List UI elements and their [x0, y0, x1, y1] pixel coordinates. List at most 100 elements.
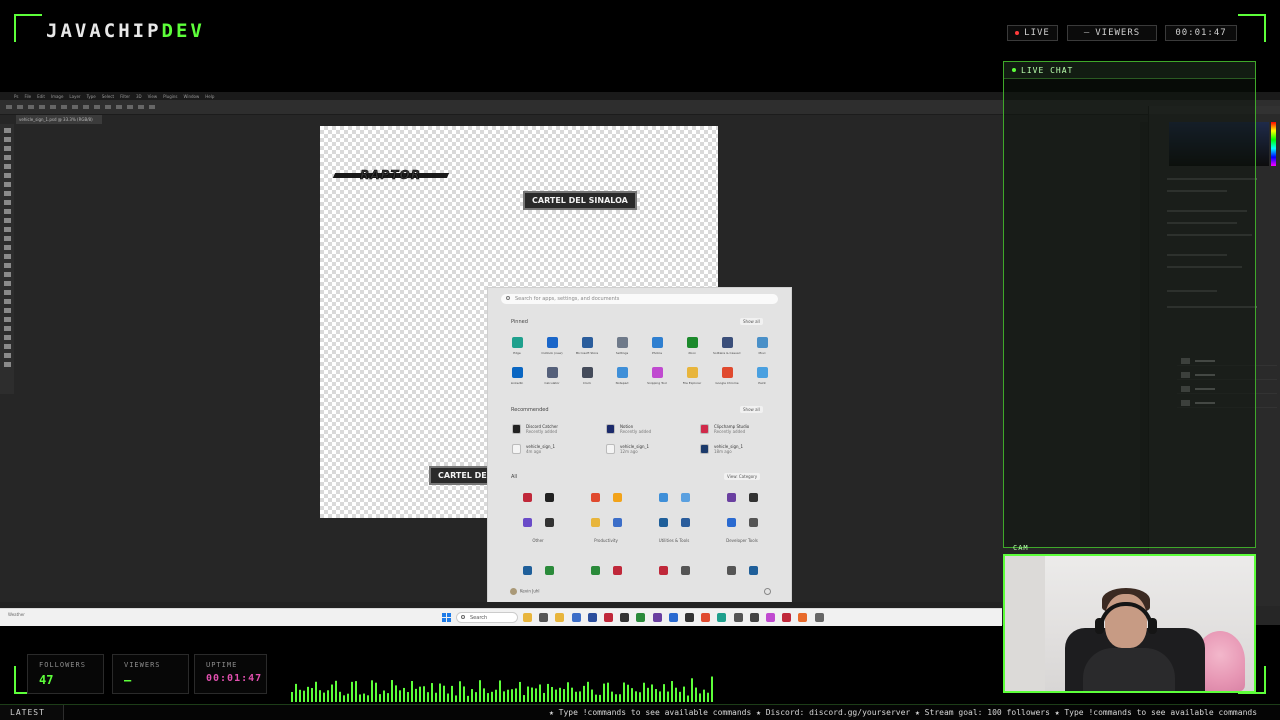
pinned-app[interactable]: Microsoft Store	[573, 337, 601, 355]
recommended-item[interactable]: Clipchamp Studio Recently added	[700, 423, 780, 437]
menu-item[interactable]: Type	[87, 94, 96, 99]
menu-item[interactable]: Select	[102, 94, 114, 99]
app-icon[interactable]	[681, 566, 690, 575]
pinned-app[interactable]: Settings	[608, 337, 636, 355]
pinned-app[interactable]: Paint	[748, 367, 776, 385]
app-icon	[581, 337, 593, 348]
taskbar-app-icon[interactable]	[766, 613, 775, 622]
taskbar-app-icon[interactable]	[587, 613, 597, 622]
app-icon[interactable]	[523, 566, 532, 575]
app-category-folder[interactable]: Utilities & Tools	[644, 493, 704, 553]
app-category-folder[interactable]: Productivity	[576, 493, 636, 553]
visualizer-bar	[311, 688, 313, 702]
taskbar-app-icon[interactable]	[701, 613, 711, 622]
windows-start-menu[interactable]: Search for apps, settings, and documents…	[487, 287, 792, 605]
visualizer-bar	[611, 691, 613, 702]
pinned-app[interactable]: Xbox	[678, 337, 706, 355]
view-category-button[interactable]: View: Category	[724, 473, 761, 480]
pinned-app[interactable]: Solitaire & Casual Games	[713, 337, 741, 355]
taskbar-app-icon[interactable]	[523, 613, 532, 622]
pinned-app[interactable]: File Explorer	[678, 367, 706, 385]
canvas-label-bottom[interactable]: CARTEL DEL SINALOA	[429, 466, 489, 485]
hue-slider[interactable]	[1271, 122, 1276, 166]
pinned-app[interactable]: Notepad	[608, 367, 636, 385]
menu-item[interactable]: View	[148, 94, 158, 99]
visualizer-bar	[683, 686, 685, 702]
recommended-show-all-button[interactable]: Show all	[740, 406, 763, 413]
menu-item[interactable]: File	[24, 94, 31, 99]
recommended-item[interactable]: vehicle_sign_1 12m ago	[606, 443, 686, 457]
recommended-subtitle: Recently added	[620, 429, 652, 434]
photoshop-toolbar[interactable]	[0, 124, 14, 394]
menu-item[interactable]: 3D	[136, 94, 142, 99]
pinned-app[interactable]: LinkedIn	[503, 367, 531, 385]
weather-widget[interactable]: Weather	[8, 612, 25, 617]
windows-start-icon[interactable]	[442, 613, 451, 622]
menu-item[interactable]: Ps	[14, 94, 18, 99]
taskbar-app-icon[interactable]	[604, 613, 613, 622]
visualizer-bar	[471, 689, 473, 702]
taskbar-app-icon[interactable]	[652, 613, 662, 622]
taskbar-app-icon[interactable]	[555, 613, 565, 622]
power-icon[interactable]	[764, 588, 771, 595]
recommended-text: vehicle_sign_1 18m ago	[714, 444, 743, 454]
taskbar-app-icon[interactable]	[717, 613, 727, 622]
app-icon[interactable]	[659, 566, 668, 575]
menu-item[interactable]: Plugins	[163, 94, 177, 99]
taskbar-app-icon[interactable]	[668, 613, 678, 622]
visualizer-bar	[695, 687, 697, 702]
taskbar-app-icon[interactable]	[620, 613, 630, 622]
app-icon[interactable]	[749, 566, 758, 575]
visualizer-bar	[607, 682, 609, 702]
recommended-item[interactable]: vehicle_sign_1 18m ago	[700, 443, 780, 457]
visualizer-bar	[631, 688, 633, 702]
app-icon[interactable]	[545, 566, 554, 575]
visualizer-bar	[379, 694, 381, 702]
taskbar-app-icon[interactable]	[814, 613, 824, 622]
menu-item[interactable]: Layer	[69, 94, 80, 99]
recommended-item[interactable]: Discord Catcher Recently added	[512, 423, 592, 437]
start-search-input[interactable]: Search for apps, settings, and documents	[501, 294, 778, 304]
recommended-item[interactable]: vehicle_sign_1 4m ago	[512, 443, 592, 457]
pinned-app[interactable]: Movi	[748, 337, 776, 355]
app-icon[interactable]	[613, 566, 622, 575]
taskbar-app-icon[interactable]	[636, 613, 646, 622]
menu-item[interactable]: Image	[51, 94, 64, 99]
taskbar-app-icon[interactable]	[685, 613, 694, 622]
pinned-app[interactable]: Google Chrome	[713, 367, 741, 385]
taskbar-app-icon[interactable]	[733, 613, 743, 622]
visualizer-bar	[431, 683, 433, 702]
taskbar-app-icon[interactable]	[571, 613, 581, 622]
menu-item[interactable]: Edit	[37, 94, 45, 99]
app-category-folder[interactable]: Other	[508, 493, 568, 553]
taskbar-app-icon[interactable]	[539, 613, 549, 622]
menu-item[interactable]: Help	[205, 94, 214, 99]
taskbar-app-icon[interactable]	[749, 613, 759, 622]
raptor-logo: RAPTOR	[332, 168, 450, 184]
pinned-app[interactable]: Clock	[573, 367, 601, 385]
chat-status-dot-icon	[1012, 68, 1016, 72]
menu-item[interactable]: Window	[183, 94, 199, 99]
visualizer-bar	[595, 694, 597, 702]
pinned-app[interactable]: Edge	[503, 337, 531, 355]
taskbar-search[interactable]: Search	[456, 612, 518, 623]
user-account[interactable]: Kevin Juhl	[510, 588, 540, 595]
pinned-app[interactable]: Calculator	[538, 367, 566, 385]
taskbar-app-icon[interactable]	[782, 613, 792, 622]
document-tab[interactable]: vehicle_sign_1.psd @ 33.3% (RGB/8)	[16, 115, 102, 124]
app-icon[interactable]	[591, 566, 600, 575]
app-category-folder[interactable]: Developer Tools	[712, 493, 772, 553]
canvas-label-top[interactable]: CARTEL DEL SINALOA	[523, 191, 637, 210]
visualizer-bar	[363, 693, 365, 702]
app-icon	[616, 367, 628, 378]
visualizer-bar	[559, 687, 561, 702]
app-icon[interactable]	[727, 566, 736, 575]
pinned-show-all-button[interactable]: Show all	[740, 318, 763, 325]
menu-item[interactable]: Filter	[120, 94, 130, 99]
pinned-app[interactable]: Photos	[643, 337, 671, 355]
recommended-text: vehicle_sign_1 12m ago	[620, 444, 649, 454]
pinned-app[interactable]: Outlook (new)	[538, 337, 566, 355]
recommended-item[interactable]: Notion Recently added	[606, 423, 686, 437]
taskbar-app-icon[interactable]	[798, 613, 808, 622]
pinned-app[interactable]: Snipping Tool	[643, 367, 671, 385]
